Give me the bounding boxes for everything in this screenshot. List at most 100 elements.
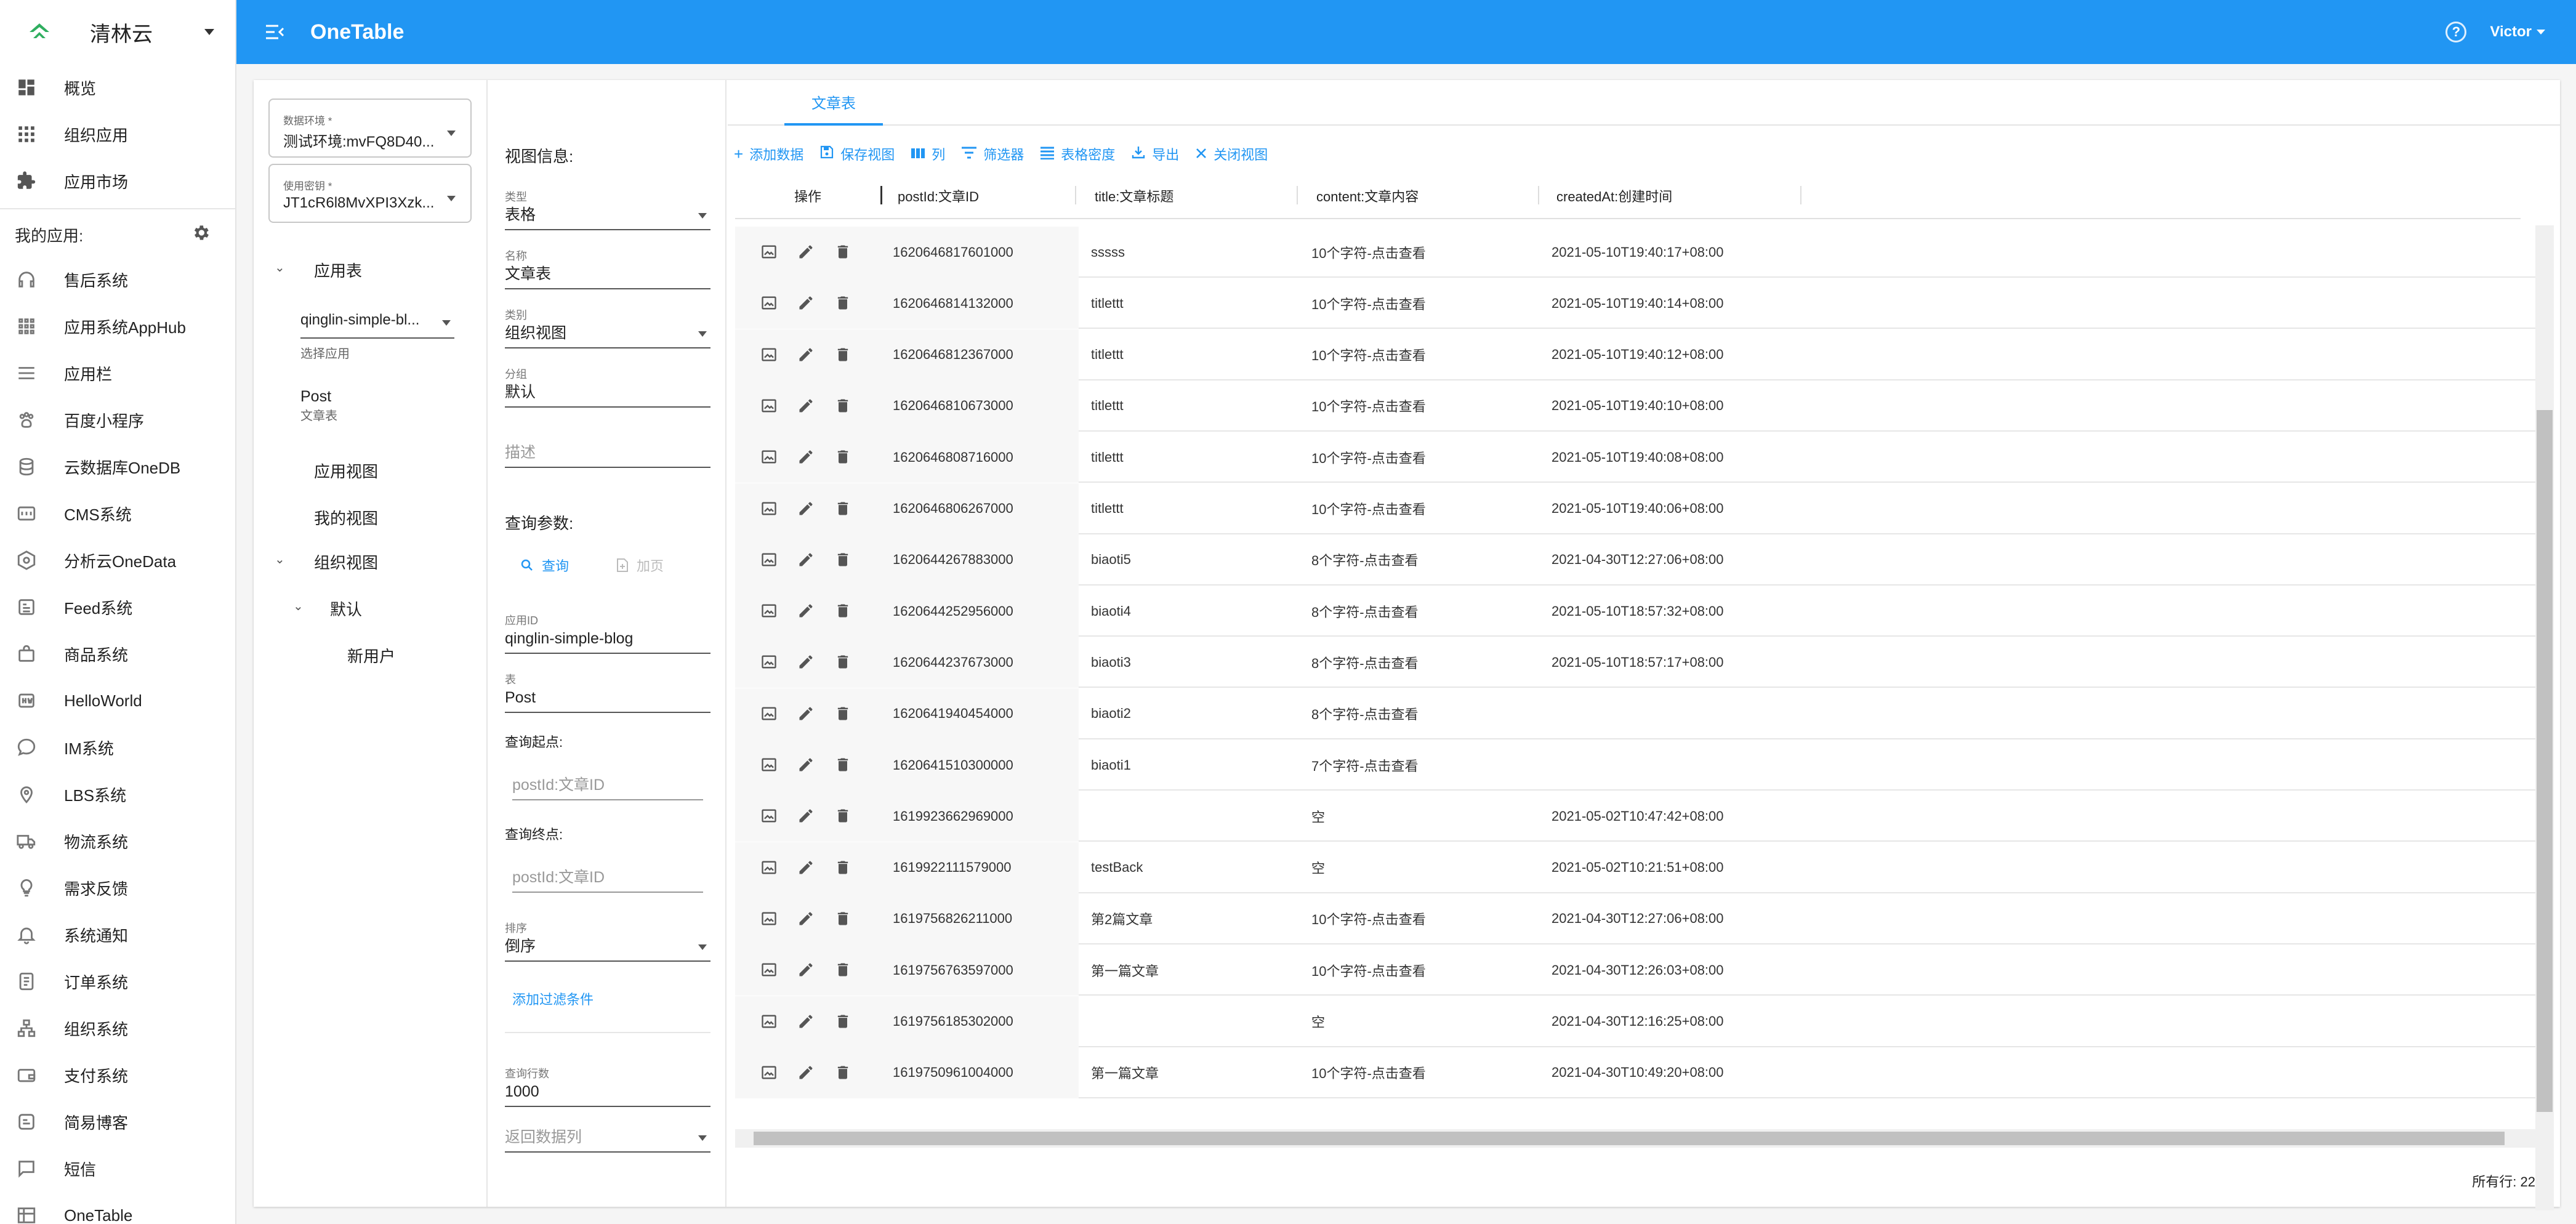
table-row[interactable]: 1619922111579000 testBack 空 2021-05-02T10:2… <box>735 842 2535 893</box>
cell-createdat[interactable]: 2021-05-02T10:21:51+08:00 <box>1552 842 1724 893</box>
delete-icon[interactable] <box>834 653 852 671</box>
column-resizer[interactable] <box>880 186 882 204</box>
scrollbar-thumb[interactable] <box>2537 410 2553 1112</box>
delete-icon[interactable] <box>834 448 852 466</box>
cell-postid[interactable]: 1619756763597000 <box>893 944 1013 996</box>
sidebar-item-blog[interactable]: 简易博客 <box>0 1098 235 1145</box>
brand-switcher[interactable]: 清林云 <box>0 0 235 64</box>
edit-icon[interactable] <box>797 909 815 928</box>
sidebar-item-sms[interactable]: 短信 <box>0 1145 235 1192</box>
cell-title[interactable]: 第一篇文章 <box>1091 944 1159 996</box>
sidebar-item-org-apps[interactable]: 组织应用 <box>0 111 235 158</box>
table-row[interactable]: 1619923662969000 空 2021-05-02T10:47:42+08:… <box>735 791 2535 842</box>
cell-title[interactable]: 第2篇文章 <box>1091 893 1153 944</box>
cell-content[interactable]: 8个字符-点击查看 <box>1311 586 1419 637</box>
delete-icon[interactable] <box>834 397 852 415</box>
edit-icon[interactable] <box>797 653 815 671</box>
cell-title[interactable]: titlettt <box>1091 380 1124 432</box>
cell-title[interactable]: sssss <box>1091 227 1125 278</box>
return-columns-select[interactable]: 返回数据列 <box>505 1127 710 1153</box>
tree-app-view[interactable]: 应用视图 <box>314 459 378 482</box>
column-header-postid[interactable]: postId:文章ID <box>898 172 979 219</box>
sidebar-item-apphub[interactable]: 应用系统AppHub <box>0 303 235 350</box>
sidebar-item-notifications[interactable]: 系统通知 <box>0 911 235 958</box>
delete-icon[interactable] <box>834 243 852 261</box>
delete-icon[interactable] <box>834 345 852 364</box>
rows-field[interactable]: 查询行数 1000 <box>505 1065 710 1107</box>
cell-content[interactable]: 空 <box>1311 791 1325 842</box>
table-row[interactable]: 1620646810673000 titlettt 10个字符-点击查看 2021-0… <box>735 380 2535 432</box>
cell-createdat[interactable]: 2021-04-30T12:27:06+08:00 <box>1552 534 1724 586</box>
query-button[interactable]: 查询 <box>520 555 569 575</box>
user-menu[interactable]: Victor <box>2490 23 2545 41</box>
tree-app-table[interactable]: 应用表 <box>314 259 362 281</box>
column-header-content[interactable]: content:文章内容 <box>1316 172 1419 219</box>
table-row[interactable]: 1620641510300000 biaoti1 7个字符-点击查看 <box>735 739 2535 791</box>
app-id-field[interactable]: 应用ID qinglin-simple-blog <box>505 612 710 654</box>
view-icon[interactable] <box>760 960 778 979</box>
view-icon[interactable] <box>760 243 778 261</box>
view-icon[interactable] <box>760 858 778 877</box>
close-view-button[interactable]: 关闭视图 <box>1195 144 1268 164</box>
table-row[interactable]: 1620644237673000 biaoti3 8个字符-点击查看 2021-05-… <box>735 637 2535 688</box>
cell-title[interactable]: biaoti4 <box>1091 586 1131 637</box>
tree-default[interactable]: 默认 <box>330 597 362 620</box>
scrollbar-thumb[interactable] <box>754 1132 2505 1145</box>
cell-content[interactable]: 10个字符-点击查看 <box>1311 380 1426 432</box>
column-resizer[interactable] <box>1297 186 1298 204</box>
cell-content[interactable]: 10个字符-点击查看 <box>1311 432 1426 483</box>
view-icon[interactable] <box>760 397 778 415</box>
table-row[interactable]: 1620646806267000 titlettt 10个字符-点击查看 2021-0… <box>735 483 2535 534</box>
delete-icon[interactable] <box>834 960 852 979</box>
sort-select[interactable]: 排序 倒序 <box>505 920 710 962</box>
cell-title[interactable]: titlettt <box>1091 329 1124 380</box>
cell-postid[interactable]: 1620646814132000 <box>893 278 1013 329</box>
table-row[interactable]: 1619756763597000 第一篇文章 10个字符-点击查看 2021-04-3… <box>735 944 2535 996</box>
cell-postid[interactable]: 1619756826211000 <box>893 893 1012 944</box>
cell-createdat[interactable]: 2021-04-30T12:27:06+08:00 <box>1552 893 1724 944</box>
cell-content[interactable]: 10个字符-点击查看 <box>1311 278 1426 329</box>
table-row[interactable]: 1620646812367000 titlettt 10个字符-点击查看 2021-0… <box>735 329 2535 380</box>
gear-icon[interactable] <box>191 223 211 247</box>
view-group-field[interactable]: 分组 默认 <box>505 366 710 408</box>
view-icon[interactable] <box>760 909 778 928</box>
cell-createdat[interactable]: 2021-04-30T12:16:25+08:00 <box>1552 996 1724 1047</box>
help-icon[interactable]: ? <box>2445 22 2467 42</box>
view-icon[interactable] <box>760 550 778 569</box>
chevron-down-icon[interactable]: ⌄ <box>293 598 304 614</box>
density-button[interactable]: 表格密度 <box>1040 144 1115 164</box>
sidebar-item-logistics[interactable]: 物流系统 <box>0 818 235 864</box>
sidebar-item-helloworld[interactable]: HelloWorld <box>0 677 235 724</box>
view-icon[interactable] <box>760 1063 778 1082</box>
cell-createdat[interactable]: 2021-05-02T10:47:42+08:00 <box>1552 791 1724 842</box>
edit-icon[interactable] <box>797 397 815 415</box>
table-row[interactable]: 1620646817601000 sssss 10个字符-点击查看 2021-05-1… <box>735 227 2535 278</box>
filter-button[interactable]: 筛选器 <box>961 144 1024 164</box>
view-description-field[interactable]: 描述 <box>505 442 710 468</box>
cell-content[interactable]: 10个字符-点击查看 <box>1311 944 1426 996</box>
view-icon[interactable] <box>760 602 778 620</box>
sidebar-item-app-market[interactable]: 应用市场 <box>0 158 235 204</box>
column-resizer[interactable] <box>1538 186 1539 204</box>
cell-title[interactable]: 第一篇文章 <box>1091 1047 1159 1098</box>
view-icon[interactable] <box>760 653 778 671</box>
table-row[interactable]: 1620644252956000 biaoti4 8个字符-点击查看 2021-05-… <box>735 586 2535 637</box>
table-row[interactable]: 1620646808716000 titlettt 10个字符-点击查看 2021-0… <box>735 432 2535 483</box>
view-icon[interactable] <box>760 1012 778 1031</box>
table-field[interactable]: 表 Post <box>505 671 710 713</box>
edit-icon[interactable] <box>797 960 815 979</box>
edit-icon[interactable] <box>797 499 815 518</box>
cell-createdat[interactable]: 2021-05-10T18:57:32+08:00 <box>1552 586 1724 637</box>
sidebar-item-payment[interactable]: 支付系统 <box>0 1052 235 1098</box>
add-data-button[interactable]: + 添加数据 <box>734 144 803 164</box>
cell-title[interactable]: titlettt <box>1091 278 1124 329</box>
tree-new-user[interactable]: 新用户 <box>347 644 395 667</box>
sidebar-item-im[interactable]: IM系统 <box>0 724 235 771</box>
delete-icon[interactable] <box>834 1012 852 1031</box>
cell-content[interactable]: 10个字符-点击查看 <box>1311 329 1426 380</box>
cell-title[interactable]: titlettt <box>1091 483 1124 534</box>
cell-createdat[interactable]: 2021-05-10T19:40:17+08:00 <box>1552 227 1724 278</box>
sidebar-item-onedb[interactable]: 云数据库OneDB <box>0 443 235 490</box>
delete-icon[interactable] <box>834 602 852 620</box>
cell-content[interactable]: 10个字符-点击查看 <box>1311 1047 1426 1098</box>
